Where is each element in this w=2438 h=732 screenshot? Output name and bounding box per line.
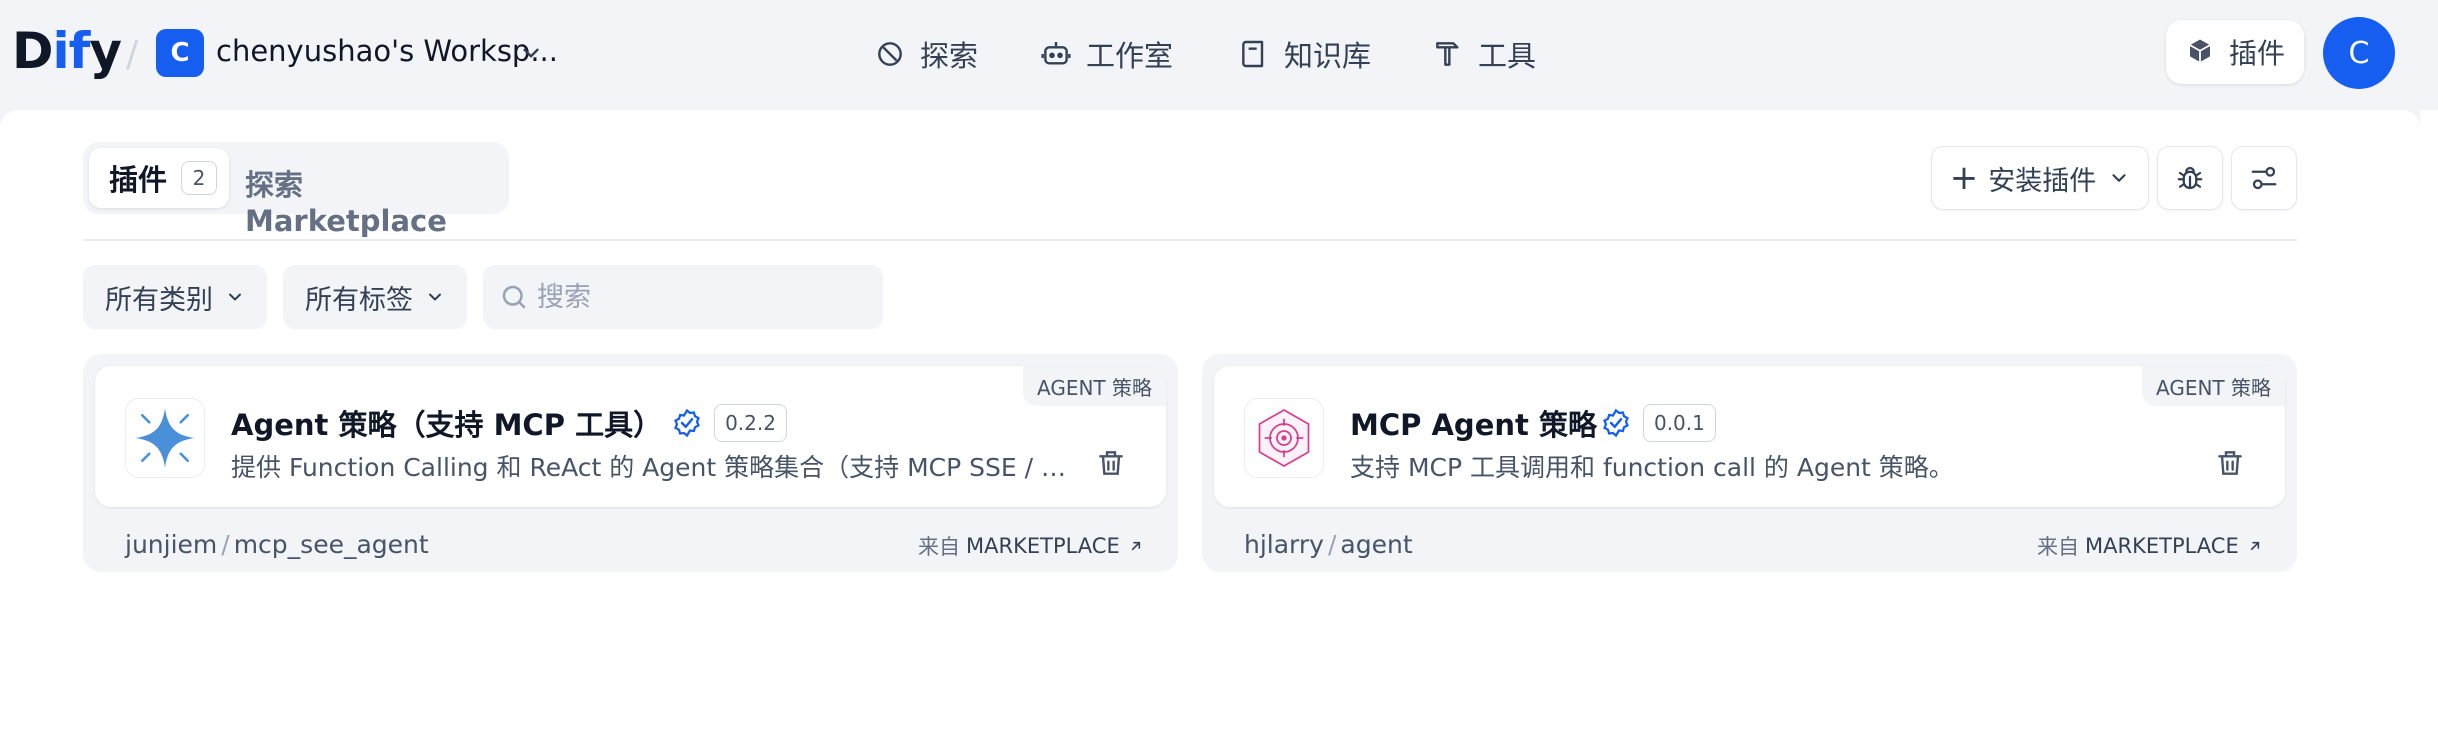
breadcrumb-separator: /	[126, 34, 139, 75]
hammer-icon	[1436, 42, 1459, 66]
category-filter-label: 所有类别	[105, 284, 213, 316]
version-badge: 0.2.2	[714, 404, 787, 442]
debug-button[interactable]	[2157, 146, 2223, 210]
nav-tools-label: 工具	[1478, 39, 1537, 73]
arrow-up-right-icon	[1131, 541, 1140, 551]
mcp-target-logo	[1244, 398, 1324, 478]
path-separator: /	[221, 530, 230, 559]
nav-studio[interactable]: 工作室	[1040, 30, 1173, 78]
cube-icon	[2189, 39, 2211, 62]
plugin-card-body[interactable]: MCP Agent 策略 0.0.1 支持 MCP 工具调用和 function…	[1214, 366, 2285, 507]
tags-filter[interactable]: 所有标签	[283, 265, 467, 329]
compass-icon	[878, 42, 902, 66]
chevron-down-icon	[429, 293, 441, 301]
plugin-author-repo: junjiem / mcp_see_agent	[125, 530, 429, 559]
book-icon	[1242, 40, 1264, 68]
verified-badge-icon	[674, 408, 701, 438]
plugin-description: 支持 MCP 工具调用和 function call 的 Agent 策略。	[1350, 453, 1954, 482]
bug-icon	[2177, 166, 2203, 190]
tab-plugins[interactable]: 插件 2	[89, 148, 229, 208]
trash-icon[interactable]	[1095, 446, 1127, 480]
source-name: MARKETPLACE	[2085, 534, 2239, 558]
plugin-type-tag: AGENT 策略	[1023, 366, 1166, 406]
plugin-type-tag: AGENT 策略	[2142, 366, 2285, 406]
arrow-up-right-icon	[2250, 541, 2259, 551]
plugin-source-link[interactable]: 来自 MARKETPLACE	[2037, 531, 2263, 561]
plugin-author: hjlarry	[1244, 530, 1324, 559]
plugin-author: junjiem	[125, 530, 218, 559]
robot-icon	[1041, 42, 1071, 65]
source-name: MARKETPLACE	[966, 534, 1120, 558]
trash-icon[interactable]	[2214, 446, 2246, 480]
divider	[83, 239, 2297, 241]
nav-tools[interactable]: 工具	[1432, 30, 1536, 78]
plugin-card[interactable]: Agent 策略（支持 MCP 工具） 0.2.2 提供 Function Ca…	[83, 354, 1178, 572]
agent-sparkle-logo	[125, 398, 205, 478]
plugin-title-text: Agent 策略（支持 MCP 工具）	[231, 408, 663, 442]
settings-button[interactable]	[2231, 146, 2297, 210]
nav-knowledge[interactable]: 知识库	[1238, 30, 1371, 78]
plugin-repo: agent	[1340, 530, 1413, 559]
plugin-repo: mcp_see_agent	[233, 530, 429, 559]
plugin-title: MCP Agent 策略 0.0.1	[1350, 402, 1716, 444]
plugin-description: 提供 Function Calling 和 ReAct 的 Agent 策略集合…	[231, 453, 1081, 482]
version-badge: 0.0.1	[1642, 404, 1716, 442]
plugin-title-text: MCP Agent 策略	[1350, 408, 1597, 442]
category-filter[interactable]: 所有类别	[83, 265, 267, 329]
plugin-count-badge: 2	[181, 161, 218, 195]
install-plugin-button[interactable]: + 安装插件	[1931, 146, 2149, 210]
nav-studio-label: 工作室	[1086, 39, 1174, 73]
chevron-down-icon[interactable]	[518, 40, 544, 66]
plugin-source-link[interactable]: 来自 MARKETPLACE	[918, 531, 1144, 561]
top-bar: Dify / C chenyushao's Worksp... 探索 工作室 知…	[0, 0, 2438, 110]
path-separator: /	[1327, 530, 1337, 559]
plugin-title: Agent 策略（支持 MCP 工具） 0.2.2	[231, 402, 787, 444]
workspace-name[interactable]: chenyushao's Worksp...	[216, 34, 558, 68]
tags-filter-label: 所有标签	[305, 284, 413, 316]
verified-badge-icon	[1603, 408, 1629, 438]
chevron-down-icon	[2112, 174, 2126, 182]
plugin-card[interactable]: MCP Agent 策略 0.0.1 支持 MCP 工具调用和 function…	[1202, 354, 2297, 572]
plugins-button[interactable]: 插件	[2166, 20, 2304, 84]
plugins-panel: 插件 2 探索 Marketplace + 安装插件 所有类别 所有标签 搜索 …	[0, 110, 2420, 732]
source-prefix: 来自	[918, 535, 960, 559]
plugins-button-label: 插件	[2228, 37, 2285, 70]
nav-explore[interactable]: 探索	[874, 30, 978, 78]
search-icon	[502, 285, 526, 309]
user-avatar[interactable]: C	[2323, 17, 2395, 89]
source-prefix: 来自	[2037, 535, 2079, 559]
search-box[interactable]	[483, 265, 883, 329]
nav-knowledge-label: 知识库	[1284, 39, 1372, 73]
install-plugin-label: 安装插件	[1988, 165, 2097, 197]
workspace-avatar[interactable]: C	[156, 29, 204, 77]
settings-sliders-icon	[2251, 166, 2277, 190]
nav-explore-label: 探索	[920, 39, 979, 73]
dify-logo[interactable]: Dify	[12, 22, 122, 80]
tab-marketplace[interactable]: 探索 Marketplace	[245, 162, 509, 238]
plus-icon: +	[1949, 158, 1979, 198]
tab-plugins-label: 插件	[109, 163, 168, 197]
scrollbar-track[interactable]	[2420, 110, 2438, 732]
plugin-card-body[interactable]: Agent 策略（支持 MCP 工具） 0.2.2 提供 Function Ca…	[95, 366, 1166, 507]
plugin-author-repo: hjlarry / agent	[1244, 530, 1413, 559]
search-input[interactable]	[537, 281, 857, 313]
plugin-tabs: 插件 2 探索 Marketplace	[83, 142, 509, 238]
chevron-down-icon	[229, 293, 241, 301]
